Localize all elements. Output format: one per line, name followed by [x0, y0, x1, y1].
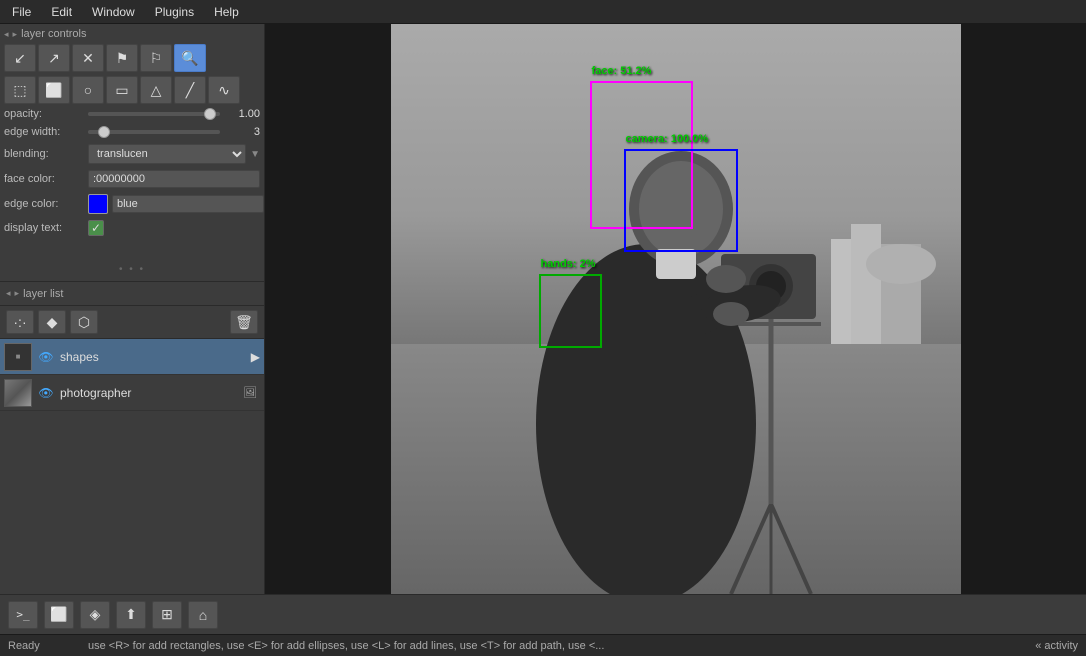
edge-width-value: 3: [224, 126, 260, 138]
display-text-checkbox[interactable]: ✓: [88, 220, 104, 236]
square-tool-btn[interactable]: ⬜: [44, 601, 74, 629]
opacity-value: 1.00: [224, 108, 260, 120]
flag-btn[interactable]: ⚑: [106, 44, 138, 72]
status-ready: Ready: [8, 640, 88, 652]
shapes-visibility-toggle[interactable]: 👁: [36, 347, 56, 367]
shapes-layer-name: shapes: [60, 350, 247, 364]
blending-row: blending: translucen ▼: [4, 144, 260, 164]
edge-width-slider[interactable]: [88, 130, 220, 134]
close-btn[interactable]: ✕: [72, 44, 104, 72]
main-area: ◂ ▸ layer controls ↙ ↗ ✕ ⚑ ⚐ 🔍 ⬚ ⬜ ○ ▭ △…: [0, 24, 1086, 594]
tool-row-1: ↙ ↗ ✕ ⚑ ⚐ 🔍: [4, 44, 260, 72]
photographer-layer-icon: 🖼: [240, 383, 260, 403]
add-shapes-btn[interactable]: ◆: [38, 310, 66, 334]
photographer-thumbnail: [4, 379, 32, 407]
search-btn[interactable]: 🔍: [174, 44, 206, 72]
menubar: File Edit Window Plugins Help: [0, 0, 1086, 24]
add-points-btn[interactable]: ·:·: [6, 310, 34, 334]
opacity-slider[interactable]: [88, 112, 220, 116]
layers-btn[interactable]: ◈: [80, 601, 110, 629]
shapes-thumbnail: ■: [4, 343, 32, 371]
blending-label: blending:: [4, 148, 84, 160]
menu-window[interactable]: Window: [84, 3, 143, 21]
edge-width-row: edge width: 3: [4, 126, 260, 138]
layer-controls-header: ◂ ▸ layer controls: [4, 28, 260, 40]
terminal-btn[interactable]: >_: [8, 601, 38, 629]
edge-color-swatch[interactable]: [88, 194, 108, 214]
grid-btn[interactable]: ⊞: [152, 601, 182, 629]
opacity-row: opacity: 1.00: [4, 108, 260, 120]
layer-controls-section: ◂ ▸ layer controls ↙ ↗ ✕ ⚑ ⚐ 🔍 ⬚ ⬜ ○ ▭ △…: [0, 24, 264, 282]
main-image: [391, 24, 961, 594]
edge-color-input[interactable]: [112, 195, 264, 213]
menu-help[interactable]: Help: [206, 3, 247, 21]
opacity-label: opacity:: [4, 108, 84, 120]
select-all-btn[interactable]: ⬚: [4, 76, 36, 104]
display-text-label: display text:: [4, 222, 84, 234]
display-text-row: display text: ✓: [4, 220, 260, 236]
move-back-btn[interactable]: ↙: [4, 44, 36, 72]
menu-file[interactable]: File: [4, 3, 39, 21]
delete-layer-btn[interactable]: 🗑: [230, 310, 258, 334]
drag-handle: • • •: [4, 262, 260, 277]
line-btn[interactable]: ╱: [174, 76, 206, 104]
tool-row-2: ⬚ ⬜ ○ ▭ △ ╱ ∿: [4, 76, 260, 104]
add-labels-btn[interactable]: ⬡: [70, 310, 98, 334]
ellipse-btn[interactable]: ○: [72, 76, 104, 104]
canvas-area[interactable]: face: 51.2% camera: 100.0% hands: 2%: [265, 24, 1086, 594]
left-panel: ◂ ▸ layer controls ↙ ↗ ✕ ⚑ ⚐ 🔍 ⬚ ⬜ ○ ▭ △…: [0, 24, 265, 594]
photographer-visibility-toggle[interactable]: 👁: [36, 383, 56, 403]
select-layer-btn[interactable]: ⬜: [38, 76, 70, 104]
menu-plugins[interactable]: Plugins: [147, 3, 202, 21]
path-btn[interactable]: ∿: [208, 76, 240, 104]
face-color-label: face color:: [4, 173, 84, 185]
edge-width-label: edge width:: [4, 126, 84, 138]
layer-list-title: layer list: [23, 288, 63, 300]
layer-controls-title: layer controls: [21, 28, 86, 40]
triangle-btn[interactable]: △: [140, 76, 172, 104]
flag2-btn[interactable]: ⚐: [140, 44, 172, 72]
move-forward-btn[interactable]: ↗: [38, 44, 70, 72]
layer-list-toolbar: ·:· ◆ ⬡ 🗑: [0, 306, 264, 339]
rectangle-btn[interactable]: ▭: [106, 76, 138, 104]
edge-color-row: edge color:: [4, 194, 260, 214]
home-btn[interactable]: ⌂: [188, 601, 218, 629]
layer-list-section: ◂ ▸ layer list ·:· ◆ ⬡ 🗑 ■ 👁 shapes ▶: [0, 282, 264, 594]
activity-button[interactable]: « activity: [1035, 640, 1078, 652]
shapes-layer-arrow: ▶: [251, 350, 260, 364]
blending-select[interactable]: translucen: [88, 144, 246, 164]
face-color-row: face color:: [4, 170, 260, 188]
blending-dropdown-icon[interactable]: ▼: [250, 149, 260, 160]
bottom-toolbar: >_ ⬜ ◈ ⬆ ⊞ ⌂: [0, 594, 1086, 634]
face-color-input[interactable]: [88, 170, 260, 188]
import-btn[interactable]: ⬆: [116, 601, 146, 629]
layer-list-header: ◂ ▸ layer list: [0, 282, 264, 306]
menu-edit[interactable]: Edit: [43, 3, 80, 21]
layer-item-photographer[interactable]: 👁 photographer 🖼: [0, 375, 264, 411]
photographer-layer-name: photographer: [60, 386, 236, 400]
status-message: use <R> for add rectangles, use <E> for …: [88, 640, 1035, 652]
edge-color-label: edge color:: [4, 198, 84, 210]
image-container: face: 51.2% camera: 100.0% hands: 2%: [391, 24, 961, 594]
statusbar: Ready use <R> for add rectangles, use <E…: [0, 634, 1086, 656]
layer-item-shapes[interactable]: ■ 👁 shapes ▶: [0, 339, 264, 375]
